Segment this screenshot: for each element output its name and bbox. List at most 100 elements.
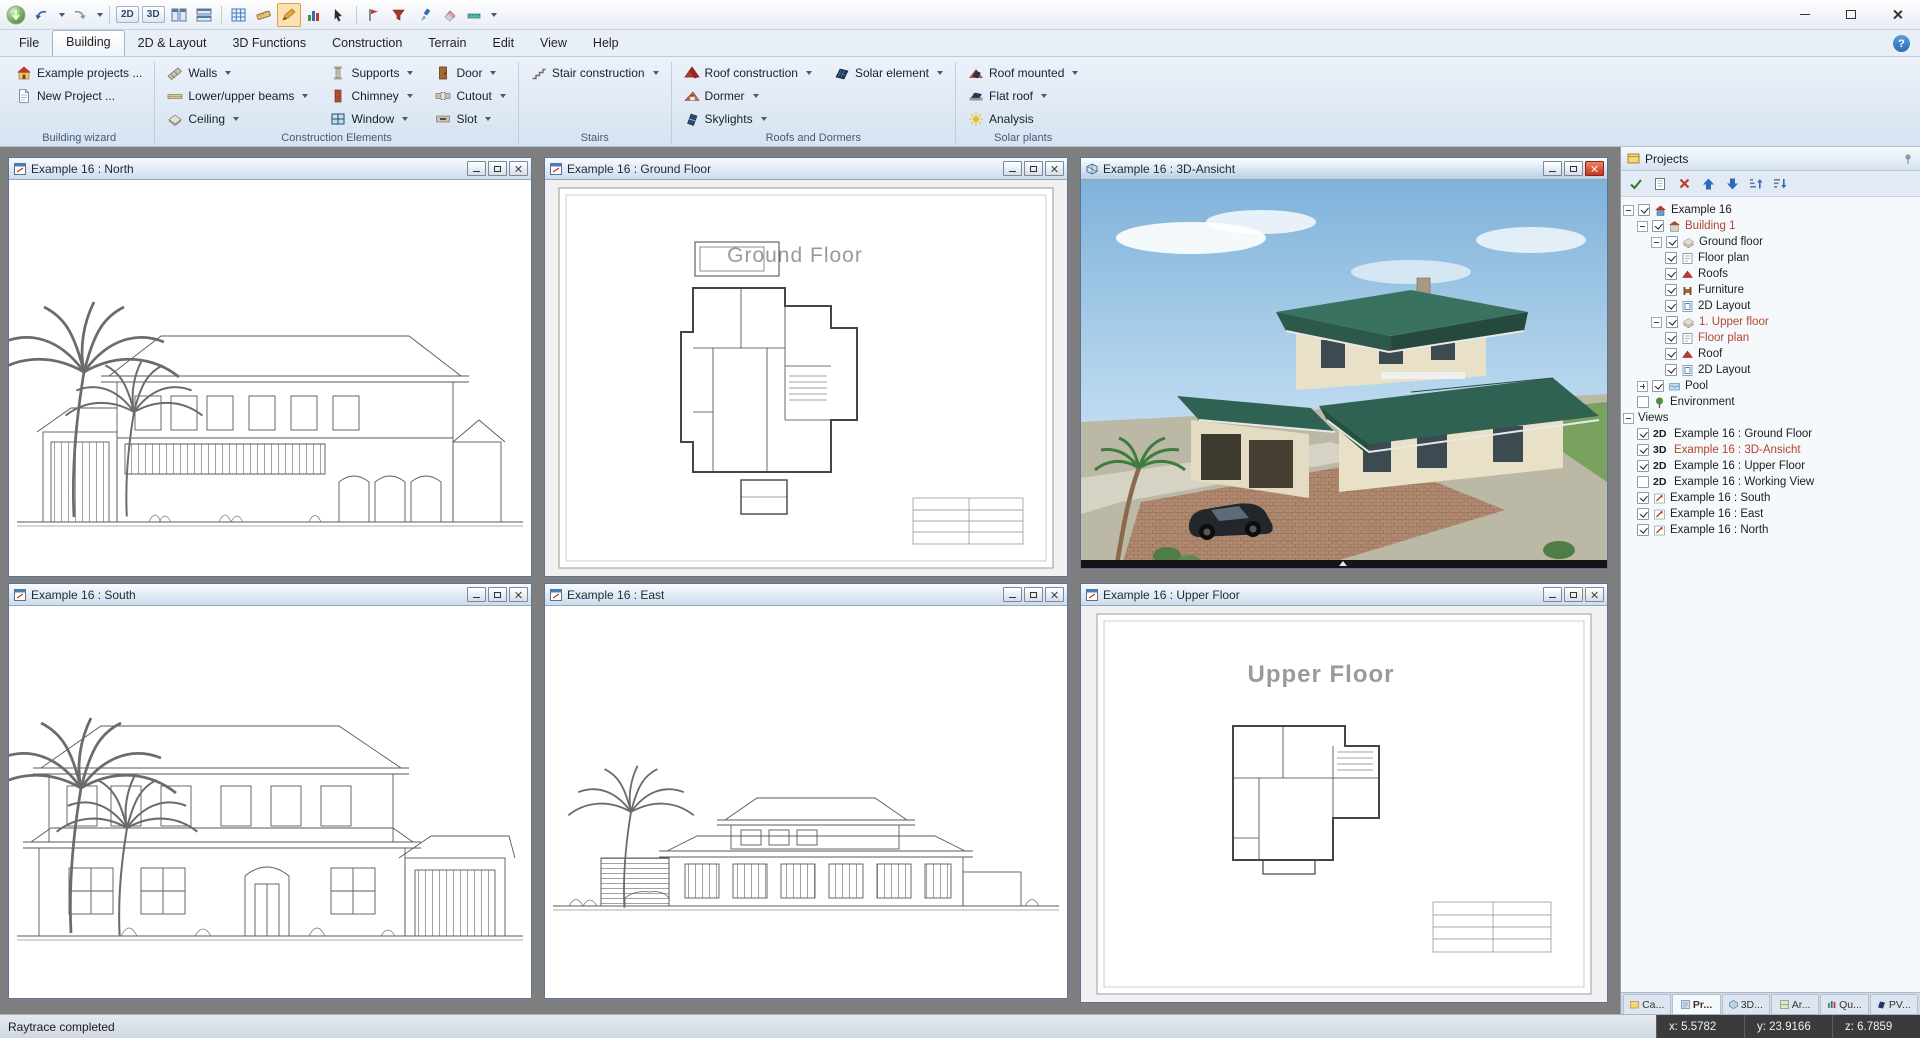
close-button[interactable]	[509, 587, 528, 602]
tree-item-gf-furniture[interactable]: Furniture	[1623, 282, 1918, 298]
panel-tab-3d[interactable]: 3D...	[1722, 994, 1770, 1014]
sort-descending-icon[interactable]	[1770, 174, 1790, 194]
grid-icon[interactable]	[227, 3, 251, 27]
minimize-button[interactable]	[1543, 587, 1562, 602]
analysis-button[interactable]: Analysis	[964, 107, 1082, 130]
cascade-windows-icon[interactable]	[192, 3, 216, 27]
window-button[interactable]: Window	[326, 107, 417, 130]
dropdown-arrow[interactable]	[653, 71, 659, 75]
sort-ascending-icon[interactable]	[1746, 174, 1766, 194]
3d-render-canvas[interactable]	[1081, 180, 1607, 568]
close-button[interactable]	[1585, 587, 1604, 602]
checkbox[interactable]	[1637, 460, 1649, 472]
app-minimize-button[interactable]	[1782, 0, 1828, 30]
checkbox[interactable]	[1652, 380, 1664, 392]
ceiling-button[interactable]: Ceiling	[163, 107, 312, 130]
skylights-button[interactable]: Skylights	[680, 107, 816, 130]
minimize-button[interactable]	[467, 587, 486, 602]
tree-item-upper-floor[interactable]: 1. Upper floor	[1623, 314, 1918, 330]
panel-tab-area[interactable]: Ar...	[1771, 994, 1819, 1014]
projects-panel-header[interactable]: Projects	[1621, 147, 1920, 171]
checkbox[interactable]	[1637, 476, 1649, 488]
tree-item-uf-floor-plan[interactable]: Floor plan	[1623, 330, 1918, 346]
tab-building[interactable]: Building	[52, 30, 124, 56]
dropdown-arrow[interactable]	[402, 117, 408, 121]
lower-upper-beams-button[interactable]: Lower/upper beams	[163, 84, 312, 107]
checkbox[interactable]	[1665, 300, 1677, 312]
dropdown-arrow[interactable]	[233, 117, 239, 121]
dropdown-arrow[interactable]	[761, 117, 767, 121]
minimize-button[interactable]	[467, 161, 486, 176]
door-button[interactable]: Door	[431, 61, 509, 84]
window-titlebar[interactable]: Example 16 : Ground Floor	[545, 158, 1067, 180]
tree-item-gf-roofs[interactable]: Roofs	[1623, 266, 1918, 282]
move-up-icon[interactable]	[1698, 174, 1718, 194]
app-logo-icon[interactable]	[4, 3, 28, 27]
tree-item-environment[interactable]: Environment	[1623, 394, 1918, 410]
tree-view-north[interactable]: Example 16 : North	[1623, 522, 1918, 538]
checkbox[interactable]	[1665, 364, 1677, 376]
supports-button[interactable]: Supports	[326, 61, 417, 84]
flag-icon[interactable]	[362, 3, 386, 27]
dropdown-arrow[interactable]	[1072, 71, 1078, 75]
south-elevation-canvas[interactable]	[9, 606, 531, 998]
window-titlebar[interactable]: Example 16 : East	[545, 584, 1067, 606]
stair-construction-button[interactable]: Stair construction	[527, 61, 663, 84]
close-button[interactable]	[1585, 161, 1604, 176]
checkbox[interactable]	[1637, 444, 1649, 456]
minimize-button[interactable]	[1543, 161, 1562, 176]
panel-tab-quantities[interactable]: Qu...	[1820, 994, 1868, 1014]
cutout-button[interactable]: Cutout	[431, 84, 509, 107]
roof-mounted-button[interactable]: Roof mounted	[964, 61, 1082, 84]
panel-tab-pv[interactable]: PV...	[1870, 994, 1918, 1014]
help-icon[interactable]: ?	[1893, 35, 1910, 52]
tree-item-pool[interactable]: Pool	[1623, 378, 1918, 394]
tree-view-upper-floor[interactable]: 2D Example 16 : Upper Floor	[1623, 458, 1918, 474]
checkbox[interactable]	[1637, 396, 1649, 408]
flat-roof-button[interactable]: Flat roof	[964, 84, 1082, 107]
slot-button[interactable]: Slot	[431, 107, 509, 130]
collapse-icon[interactable]	[1623, 413, 1634, 424]
chimney-button[interactable]: Chimney	[326, 84, 417, 107]
dormer-button[interactable]: Dormer	[680, 84, 816, 107]
tree-view-3d-ansicht[interactable]: 3D Example 16 : 3D-Ansicht	[1623, 442, 1918, 458]
solar-element-button[interactable]: Solar element	[830, 61, 947, 84]
dropdown-arrow[interactable]	[302, 94, 308, 98]
dropdown-arrow[interactable]	[753, 94, 759, 98]
tab-edit[interactable]: Edit	[480, 32, 528, 56]
ruler-icon[interactable]	[252, 3, 276, 27]
east-elevation-canvas[interactable]	[545, 606, 1067, 998]
maximize-button[interactable]	[1564, 161, 1583, 176]
report-sheet-icon[interactable]	[1650, 174, 1670, 194]
maximize-button[interactable]	[1024, 587, 1043, 602]
upper-floor-plan-canvas[interactable]: Upper Floor	[1081, 606, 1607, 1002]
tree-item-uf-2d-layout[interactable]: 2D Layout	[1623, 362, 1918, 378]
measure-icon[interactable]	[462, 3, 486, 27]
maximize-button[interactable]	[1564, 587, 1583, 602]
tree-view-south[interactable]: Example 16 : South	[1623, 490, 1918, 506]
maximize-button[interactable]	[1024, 161, 1043, 176]
close-button[interactable]	[1045, 161, 1064, 176]
collapse-icon[interactable]	[1651, 237, 1662, 248]
undo-button[interactable]	[29, 3, 53, 27]
draw-pencil-icon[interactable]	[277, 3, 301, 27]
window-titlebar[interactable]: Example 16 : South	[9, 584, 531, 606]
tab-2d-layout[interactable]: 2D & Layout	[125, 32, 220, 56]
tree-item-uf-roof[interactable]: Roof	[1623, 346, 1918, 362]
pointer-icon[interactable]	[327, 3, 351, 27]
view-3d-button[interactable]: 3D	[141, 3, 166, 27]
expand-icon[interactable]	[1637, 381, 1648, 392]
paint-brush-icon[interactable]	[412, 3, 436, 27]
maximize-button[interactable]	[488, 587, 507, 602]
delete-icon[interactable]	[1674, 174, 1694, 194]
north-elevation-canvas[interactable]	[9, 180, 531, 576]
dropdown-arrow[interactable]	[485, 117, 491, 121]
checkbox[interactable]	[1637, 428, 1649, 440]
pin-icon[interactable]	[1902, 153, 1914, 165]
checkbox[interactable]	[1665, 348, 1677, 360]
window-titlebar[interactable]: Example 16 : Upper Floor	[1081, 584, 1607, 606]
tab-help[interactable]: Help	[580, 32, 632, 56]
tree-view-working-view[interactable]: 2D Example 16 : Working View	[1623, 474, 1918, 490]
maximize-button[interactable]	[488, 161, 507, 176]
walls-button[interactable]: Walls	[163, 61, 312, 84]
